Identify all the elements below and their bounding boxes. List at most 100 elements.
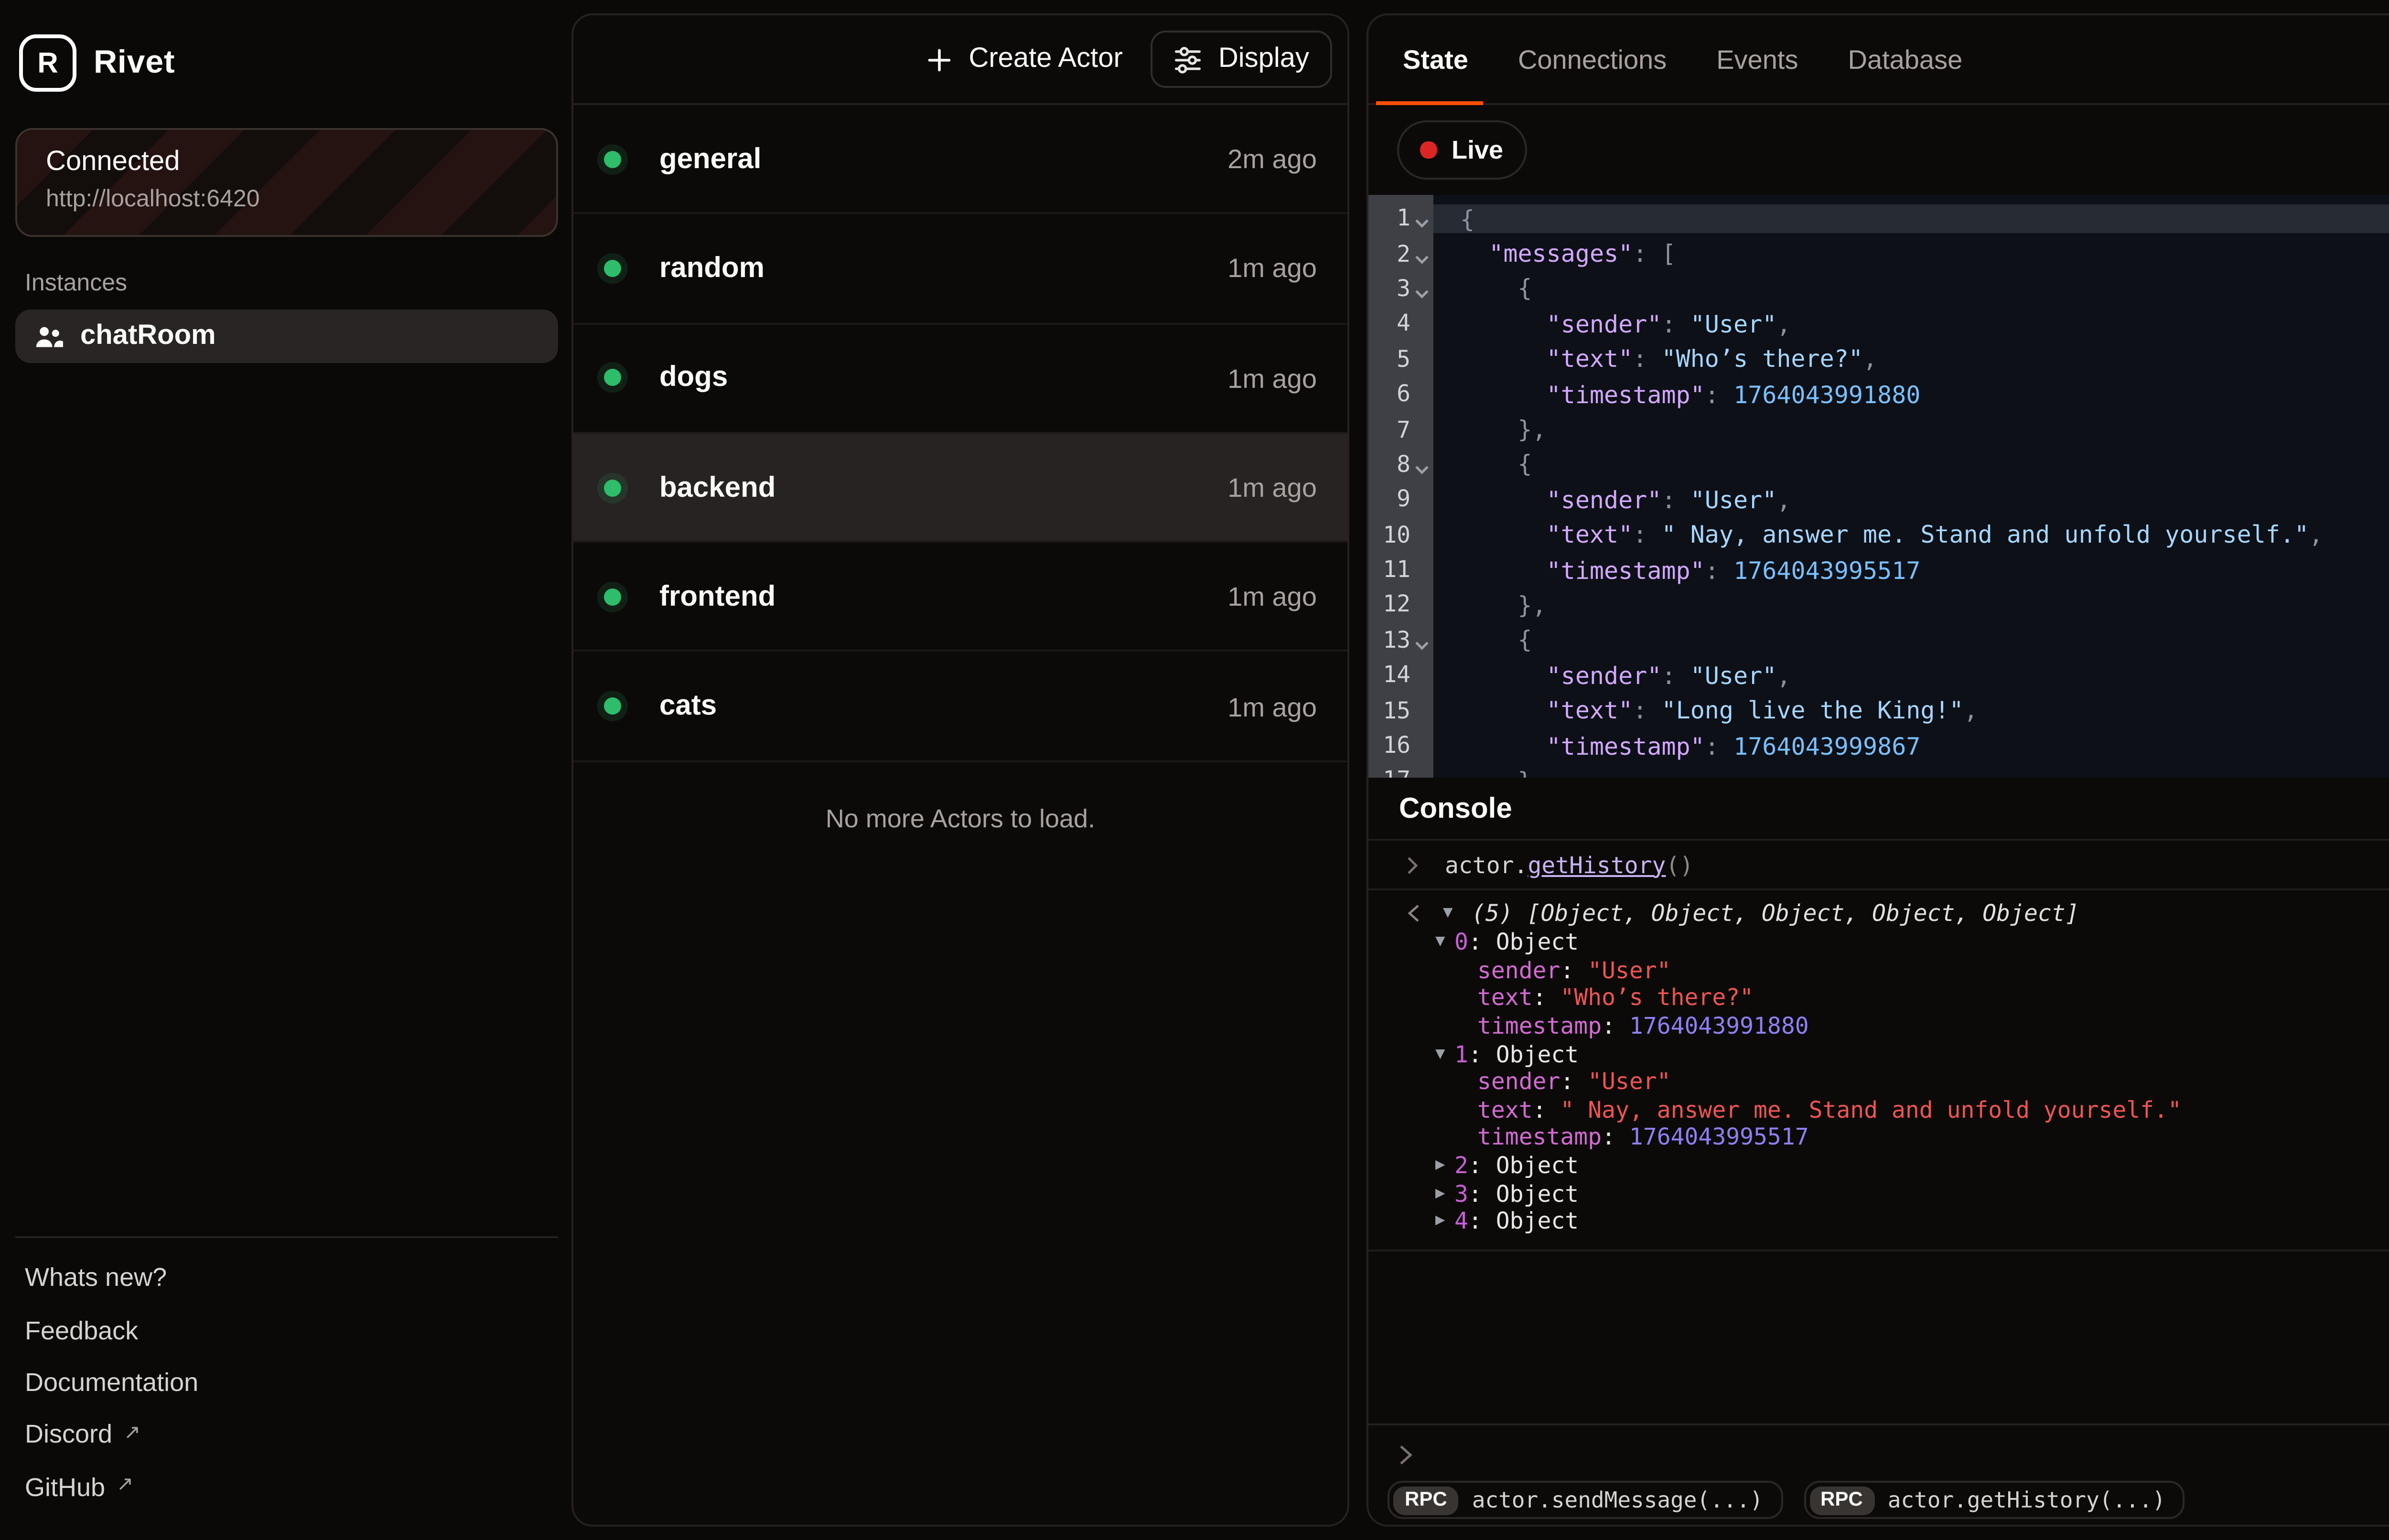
actor-status-dot-icon	[604, 698, 621, 715]
fold-chevron-icon[interactable]	[1410, 218, 1433, 230]
live-label: Live	[1452, 136, 1503, 164]
node-index: 2	[1454, 1152, 1468, 1179]
tab-database[interactable]: Database	[1848, 44, 1963, 75]
collapsed-twisty-icon[interactable]: ▶	[1435, 1184, 1454, 1203]
external-link-icon: ↗	[124, 1421, 140, 1444]
line-number: 10	[1372, 521, 1410, 548]
users-icon	[34, 322, 63, 351]
display-button[interactable]: Display	[1151, 31, 1332, 88]
fold-chevron-icon[interactable]	[1410, 640, 1433, 652]
console-header: Console	[1368, 778, 2389, 841]
rpc-badge: RPC	[1809, 1486, 1874, 1514]
sidebar-link-feedback[interactable]: Feedback	[25, 1304, 556, 1357]
node-index: 3	[1454, 1180, 1468, 1207]
external-link-icon: ↗	[117, 1474, 133, 1497]
inspector-tabs-bar: StateConnectionsEventsDatabase Running	[1368, 15, 2389, 105]
line-number: 17	[1372, 767, 1410, 778]
sidebar-link-whats-new[interactable]: Whats new?	[25, 1251, 556, 1304]
line-number: 13	[1372, 627, 1410, 653]
property-value: 1764043991880	[1629, 1013, 1809, 1039]
expanded-twisty-icon[interactable]: ▼	[1443, 904, 1472, 923]
code-line-10: 10 "text": " Nay, answer me. Stand and u…	[1368, 517, 2389, 552]
node-index: 4	[1454, 1208, 1468, 1235]
live-toggle[interactable]: Live	[1397, 120, 1526, 180]
sidebar-link-github[interactable]: GitHub↗	[25, 1461, 556, 1513]
state-json-editor[interactable]: 1{2 "messages": [3 {4 "sender": "User",5…	[1368, 195, 2389, 778]
state-toolbar: Live	[1368, 105, 2389, 195]
code-line-9: 9 "sender": "User",	[1368, 482, 2389, 517]
console-property-row: text: "Who’s there?"	[1477, 984, 2389, 1012]
brand-name: Rivet	[94, 44, 175, 82]
actor-row-cats[interactable]: cats 1m ago	[573, 652, 1347, 762]
collapsed-twisty-icon[interactable]: ▶	[1435, 1212, 1454, 1231]
actor-row-dogs[interactable]: dogs1m ago	[573, 324, 1347, 433]
rpc-suggestions: RPCactor.sendMessage(...) RPCactor.getHis…	[1388, 1481, 2389, 1519]
connection-card[interactable]: Connected http://localhost:6420	[15, 128, 558, 237]
line-gutter: 7	[1368, 416, 1433, 442]
actor-status-dot-icon	[604, 588, 621, 605]
command-method: getHistory	[1528, 851, 1666, 878]
tab-state[interactable]: State	[1403, 44, 1468, 75]
tab-events[interactable]: Events	[1716, 44, 1798, 75]
result-preview: (5) [Object, Object, Object, Object, Obj…	[1472, 900, 2079, 927]
console-object-node: ▶2: Object	[1435, 1152, 2389, 1180]
collapsed-twisty-icon[interactable]: ▶	[1435, 1156, 1454, 1175]
line-number: 4	[1372, 310, 1410, 337]
code-text: "text": "Who’s there?",	[1433, 344, 2389, 373]
actor-last-active: 1m ago	[1227, 253, 1317, 284]
sidebar-item-chatroom[interactable]: chatRoom	[15, 310, 558, 363]
actor-last-active: 2m ago	[1227, 144, 1317, 174]
line-number: 2	[1372, 240, 1410, 267]
line-gutter: 2	[1368, 240, 1433, 267]
property-value: " Nay, answer me. Stand and unfold yours…	[1560, 1096, 2181, 1123]
rpc-suggestion-actor-sendmessage[interactable]: RPCactor.sendMessage(...)	[1388, 1481, 1782, 1519]
code-text: "text": "Long live the King!",	[1433, 696, 2389, 725]
connection-status: Connected	[46, 147, 556, 178]
actor-status-dot-icon	[604, 369, 621, 386]
rpc-suggestion-actor-gethistory[interactable]: RPCactor.getHistory(...)	[1803, 1481, 2185, 1519]
line-gutter: 8	[1368, 451, 1433, 478]
expanded-twisty-icon[interactable]: ▼	[1435, 932, 1454, 952]
node-label: Object	[1496, 1180, 1579, 1207]
code-line-12: 12 },	[1368, 587, 2389, 622]
console-object-node: ▶4: Object	[1435, 1208, 2389, 1236]
actor-name: random	[659, 252, 764, 285]
tab-connections[interactable]: Connections	[1518, 44, 1667, 75]
code-text: "sender": "User",	[1433, 309, 2389, 338]
actor-row-general[interactable]: general 2m ago	[573, 105, 1347, 214]
code-text: },	[1433, 415, 2389, 443]
actor-row-random[interactable]: random 1m ago	[573, 214, 1347, 324]
sidebar-link-documentation[interactable]: Documentation	[25, 1356, 556, 1409]
code-text: "sender": "User",	[1433, 661, 2389, 689]
actor-name: general	[659, 143, 761, 175]
live-dot-icon	[1420, 141, 1436, 159]
actor-name: frontend	[659, 580, 775, 613]
actor-last-active: 1m ago	[1227, 363, 1317, 393]
code-text: "text": " Nay, answer me. Stand and unfo…	[1433, 520, 2389, 549]
actor-name: cats	[659, 690, 717, 723]
fold-chevron-icon[interactable]	[1410, 253, 1433, 265]
console-log[interactable]: ▼(5) [Object, Object, Object, Object, Ob…	[1368, 890, 2389, 1423]
actors-empty-note: No more Actors to load.	[573, 804, 1347, 833]
code-line-11: 11 "timestamp": 1764043995517	[1368, 552, 2389, 588]
sidebar-link-label: Whats new?	[25, 1263, 167, 1292]
actor-last-active: 1m ago	[1227, 691, 1317, 722]
code-text: },	[1433, 590, 2389, 619]
actor-row-backend[interactable]: backend1m ago	[573, 434, 1347, 543]
display-label: Display	[1218, 44, 1309, 75]
fold-chevron-icon[interactable]	[1410, 464, 1433, 476]
create-actor-button[interactable]: Create Actor	[905, 31, 1141, 88]
property-value: "User"	[1588, 1069, 1670, 1095]
prompt-chevron-icon	[1407, 855, 1418, 874]
actor-row-frontend[interactable]: frontend1m ago	[573, 543, 1347, 652]
sidebar-link-discord[interactable]: Discord↗	[25, 1409, 556, 1461]
line-gutter: 5	[1368, 345, 1433, 372]
property-key: timestamp	[1477, 1013, 1602, 1039]
actors-panel: Create Actor Display general 2m ago random…	[571, 13, 1349, 1527]
console-prompt[interactable]	[1399, 1439, 2389, 1469]
actor-status-dot-icon	[604, 260, 621, 277]
code-line-8: 8 {	[1368, 447, 2389, 482]
line-gutter: 13	[1368, 627, 1433, 653]
expanded-twisty-icon[interactable]: ▼	[1435, 1044, 1454, 1063]
fold-chevron-icon[interactable]	[1410, 289, 1433, 300]
